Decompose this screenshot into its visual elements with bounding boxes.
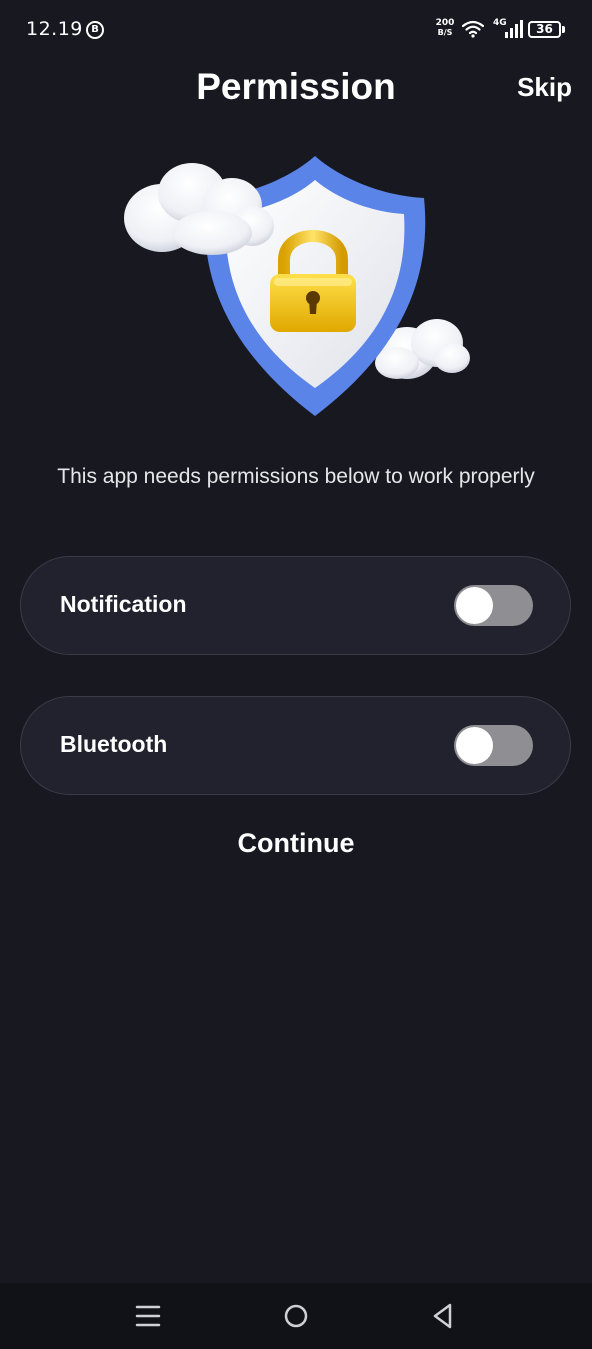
- notification-label: Notification: [60, 591, 187, 617]
- permission-card-notification: Notification: [20, 556, 571, 655]
- network-speed: 200 B/S: [434, 18, 456, 38]
- permission-card-bluetooth: Bluetooth: [20, 696, 571, 795]
- status-bar: 12.19 B 200 B/S 4G 36: [0, 0, 592, 60]
- permission-description: This app needs permissions below to work…: [57, 465, 535, 488]
- bluetooth-toggle[interactable]: [454, 725, 533, 766]
- menu-icon[interactable]: [131, 1299, 165, 1333]
- status-time: 12.19: [26, 18, 83, 40]
- system-nav-bar: [0, 1283, 592, 1349]
- home-icon[interactable]: [279, 1299, 313, 1333]
- shield-lock-illustration: [124, 156, 470, 416]
- page-title: Permission: [196, 66, 396, 107]
- cloud-left: [124, 163, 274, 255]
- notification-toggle[interactable]: [454, 585, 533, 626]
- bluetooth-label: Bluetooth: [60, 731, 168, 757]
- signal-icon: [505, 20, 523, 38]
- toggle-knob: [456, 727, 493, 764]
- battery-tip: [562, 26, 565, 33]
- network-speed-value: 200: [435, 18, 455, 28]
- permission-screen: 12.19 B 200 B/S 4G 36 Permission Skip Th…: [0, 0, 592, 1349]
- skip-button[interactable]: Skip: [517, 72, 572, 103]
- network-speed-unit: B/S: [437, 28, 453, 37]
- continue-button[interactable]: Continue: [196, 820, 396, 866]
- b-circle-icon: B: [86, 21, 104, 39]
- back-icon[interactable]: [426, 1299, 460, 1333]
- toggle-knob: [456, 587, 493, 624]
- battery-icon: 36: [528, 21, 561, 38]
- wifi-icon: [462, 20, 484, 38]
